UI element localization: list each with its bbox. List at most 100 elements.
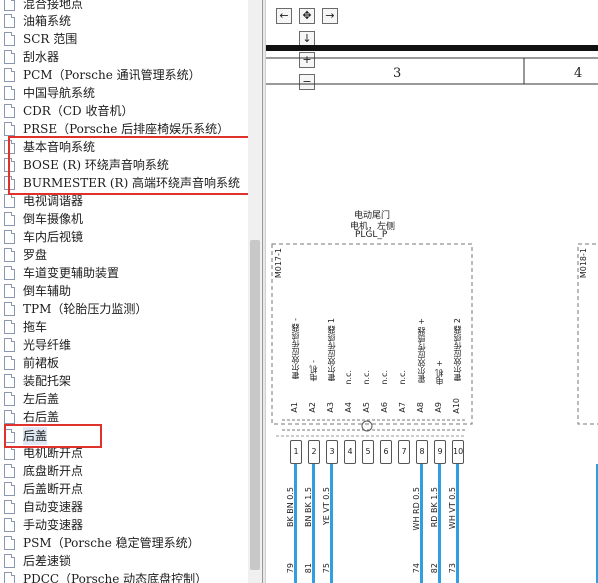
tree-item[interactable]: SCR 范围 <box>2 30 247 48</box>
tree-item-label: 倒车辅助 <box>23 284 72 298</box>
connector-terminal[interactable]: 7 <box>398 440 410 464</box>
pin-id: A5 <box>362 402 371 413</box>
tree-item[interactable]: PCM（Porsche 通讯管理系统） <box>2 66 247 84</box>
tree-item[interactable]: 装配托架 <box>2 372 247 390</box>
tree-item[interactable]: 后盖断开点 <box>2 480 247 498</box>
document-icon <box>4 482 15 496</box>
wire-number: 73 <box>448 563 457 574</box>
pin-id: A2 <box>308 402 317 413</box>
wire-number: 81 <box>304 563 313 574</box>
document-icon <box>4 50 15 64</box>
tree-scrollbar-thumb[interactable] <box>250 240 260 570</box>
annotation-highlight-audio <box>8 136 254 195</box>
wire-label: YE VT 0.5 <box>322 487 331 526</box>
tree-item[interactable]: 车道变更辅助装置 <box>2 264 247 282</box>
tree-item-label: SCR 范围 <box>23 32 78 46</box>
document-icon <box>4 302 15 316</box>
component-code: PLGL_P <box>355 230 388 240</box>
document-icon <box>4 230 15 244</box>
tree-item[interactable]: 罗盘 <box>2 246 247 264</box>
tree-item-label: 手动变速器 <box>23 518 84 532</box>
pin-id: A4 <box>344 402 353 413</box>
tree-item-label: 底盘断开点 <box>23 464 84 478</box>
pin-id: A3 <box>326 402 335 413</box>
tree-item[interactable]: 拖车 <box>2 318 247 336</box>
connector-terminal[interactable]: 6 <box>380 440 392 464</box>
wire-label: WH VT 0.5 <box>448 487 457 530</box>
document-icon <box>4 0 15 11</box>
tree-item[interactable]: 手动变速器 <box>2 516 247 534</box>
connector-terminal[interactable]: 4 <box>344 440 356 464</box>
pin-id: A1 <box>290 402 299 413</box>
tree-item[interactable]: 车内后视镜 <box>2 228 247 246</box>
document-icon <box>4 338 15 352</box>
document-icon <box>4 464 15 478</box>
connector-terminal[interactable]: 8 <box>416 440 428 464</box>
tree-item[interactable]: 底盘断开点 <box>2 462 247 480</box>
connector-terminal[interactable]: 10 <box>452 440 464 464</box>
tree-item[interactable]: PSM（Porsche 稳定管理系统） <box>2 534 247 552</box>
pin-id: A7 <box>398 402 407 413</box>
document-icon <box>4 518 15 532</box>
tree-item[interactable]: CDR（CD 收音机） <box>2 102 247 120</box>
connector-terminal[interactable]: 1 <box>290 440 302 464</box>
wire-label: BK BN 0.5 <box>286 487 295 528</box>
document-icon <box>4 572 15 583</box>
document-icon <box>4 554 15 568</box>
tree-item[interactable]: 后差速锁 <box>2 552 247 570</box>
document-icon <box>4 536 15 550</box>
pin-function-label: n.c. <box>344 370 353 385</box>
tree-item-label: 车道变更辅助装置 <box>23 266 120 280</box>
tree-item-label: 中国导航系统 <box>23 86 96 100</box>
connector-terminal[interactable]: 3 <box>326 440 338 464</box>
document-icon <box>4 68 15 82</box>
pin-function-label: n.c. <box>362 370 371 385</box>
pin-id: A6 <box>380 402 389 413</box>
document-icon <box>4 392 15 406</box>
tree-item-label: 倒车摄像机 <box>23 212 84 226</box>
document-icon <box>4 14 15 28</box>
document-icon <box>4 194 15 208</box>
tree-item-label: TPM（轮胎压力监测） <box>23 302 148 316</box>
component-id-right: M018-1 <box>579 248 588 279</box>
pin-function-label: 霍尔效应传感器 2 <box>453 318 462 382</box>
tree-item-label: PSM（Porsche 稳定管理系统） <box>23 536 200 550</box>
document-icon <box>4 212 15 226</box>
pin-id: A10 <box>452 398 461 414</box>
connector-terminal[interactable]: 9 <box>434 440 446 464</box>
tree-item-label: 自动变速器 <box>23 500 84 514</box>
tree-item-label: 前裙板 <box>23 356 60 370</box>
wire-number: 74 <box>412 563 421 574</box>
connector-terminal[interactable]: 2 <box>308 440 320 464</box>
document-tree[interactable]: 混合接地点 油箱系统 SCR 范围 刮水器 PCM（Porsche 通讯管理系统… <box>0 0 247 583</box>
document-icon <box>4 122 15 136</box>
connector-terminal[interactable]: 5 <box>362 440 374 464</box>
tree-item[interactable]: 倒车辅助 <box>2 282 247 300</box>
tree-item[interactable]: 倒车摄像机 <box>2 210 247 228</box>
wire-label: RD BK 1.5 <box>430 487 439 528</box>
wire-label: WH RD 0.5 <box>412 487 421 531</box>
tree-item[interactable]: 油箱系统 <box>2 12 247 30</box>
pin-function-label: n.c. <box>398 370 407 385</box>
tree-item[interactable]: 自动变速器 <box>2 498 247 516</box>
tree-item[interactable]: 前裙板 <box>2 354 247 372</box>
tree-item-label: 装配托架 <box>23 374 72 388</box>
tree-item[interactable]: TPM（轮胎压力监测） <box>2 300 247 318</box>
document-icon <box>4 500 15 514</box>
tree-item[interactable]: 光导纤维 <box>2 336 247 354</box>
tree-item-label: 左后盖 <box>23 392 60 406</box>
tree-item-label: CDR（CD 收音机） <box>23 104 134 118</box>
document-icon <box>4 374 15 388</box>
pin-function-label: 霍尔效应传感器 1 <box>327 318 336 382</box>
annotation-highlight-selected <box>4 424 102 448</box>
tree-item-label: 车内后视镜 <box>23 230 84 244</box>
document-icon <box>4 284 15 298</box>
tree-item[interactable]: 左后盖 <box>2 390 247 408</box>
tree-item-label: 油箱系统 <box>23 14 72 28</box>
document-icon <box>4 320 15 334</box>
tree-item-label: 光导纤维 <box>23 338 72 352</box>
tree-item[interactable]: 刮水器 <box>2 48 247 66</box>
wiring-diagram[interactable]: ← ✥ → ↓ + − 3 4 电动尾门 电机，左侧 PLGL_P M017-1… <box>266 0 598 583</box>
tree-item[interactable]: 中国导航系统 <box>2 84 247 102</box>
tree-item[interactable]: PDCC（Porsche 动态底盘控制） <box>2 570 247 583</box>
